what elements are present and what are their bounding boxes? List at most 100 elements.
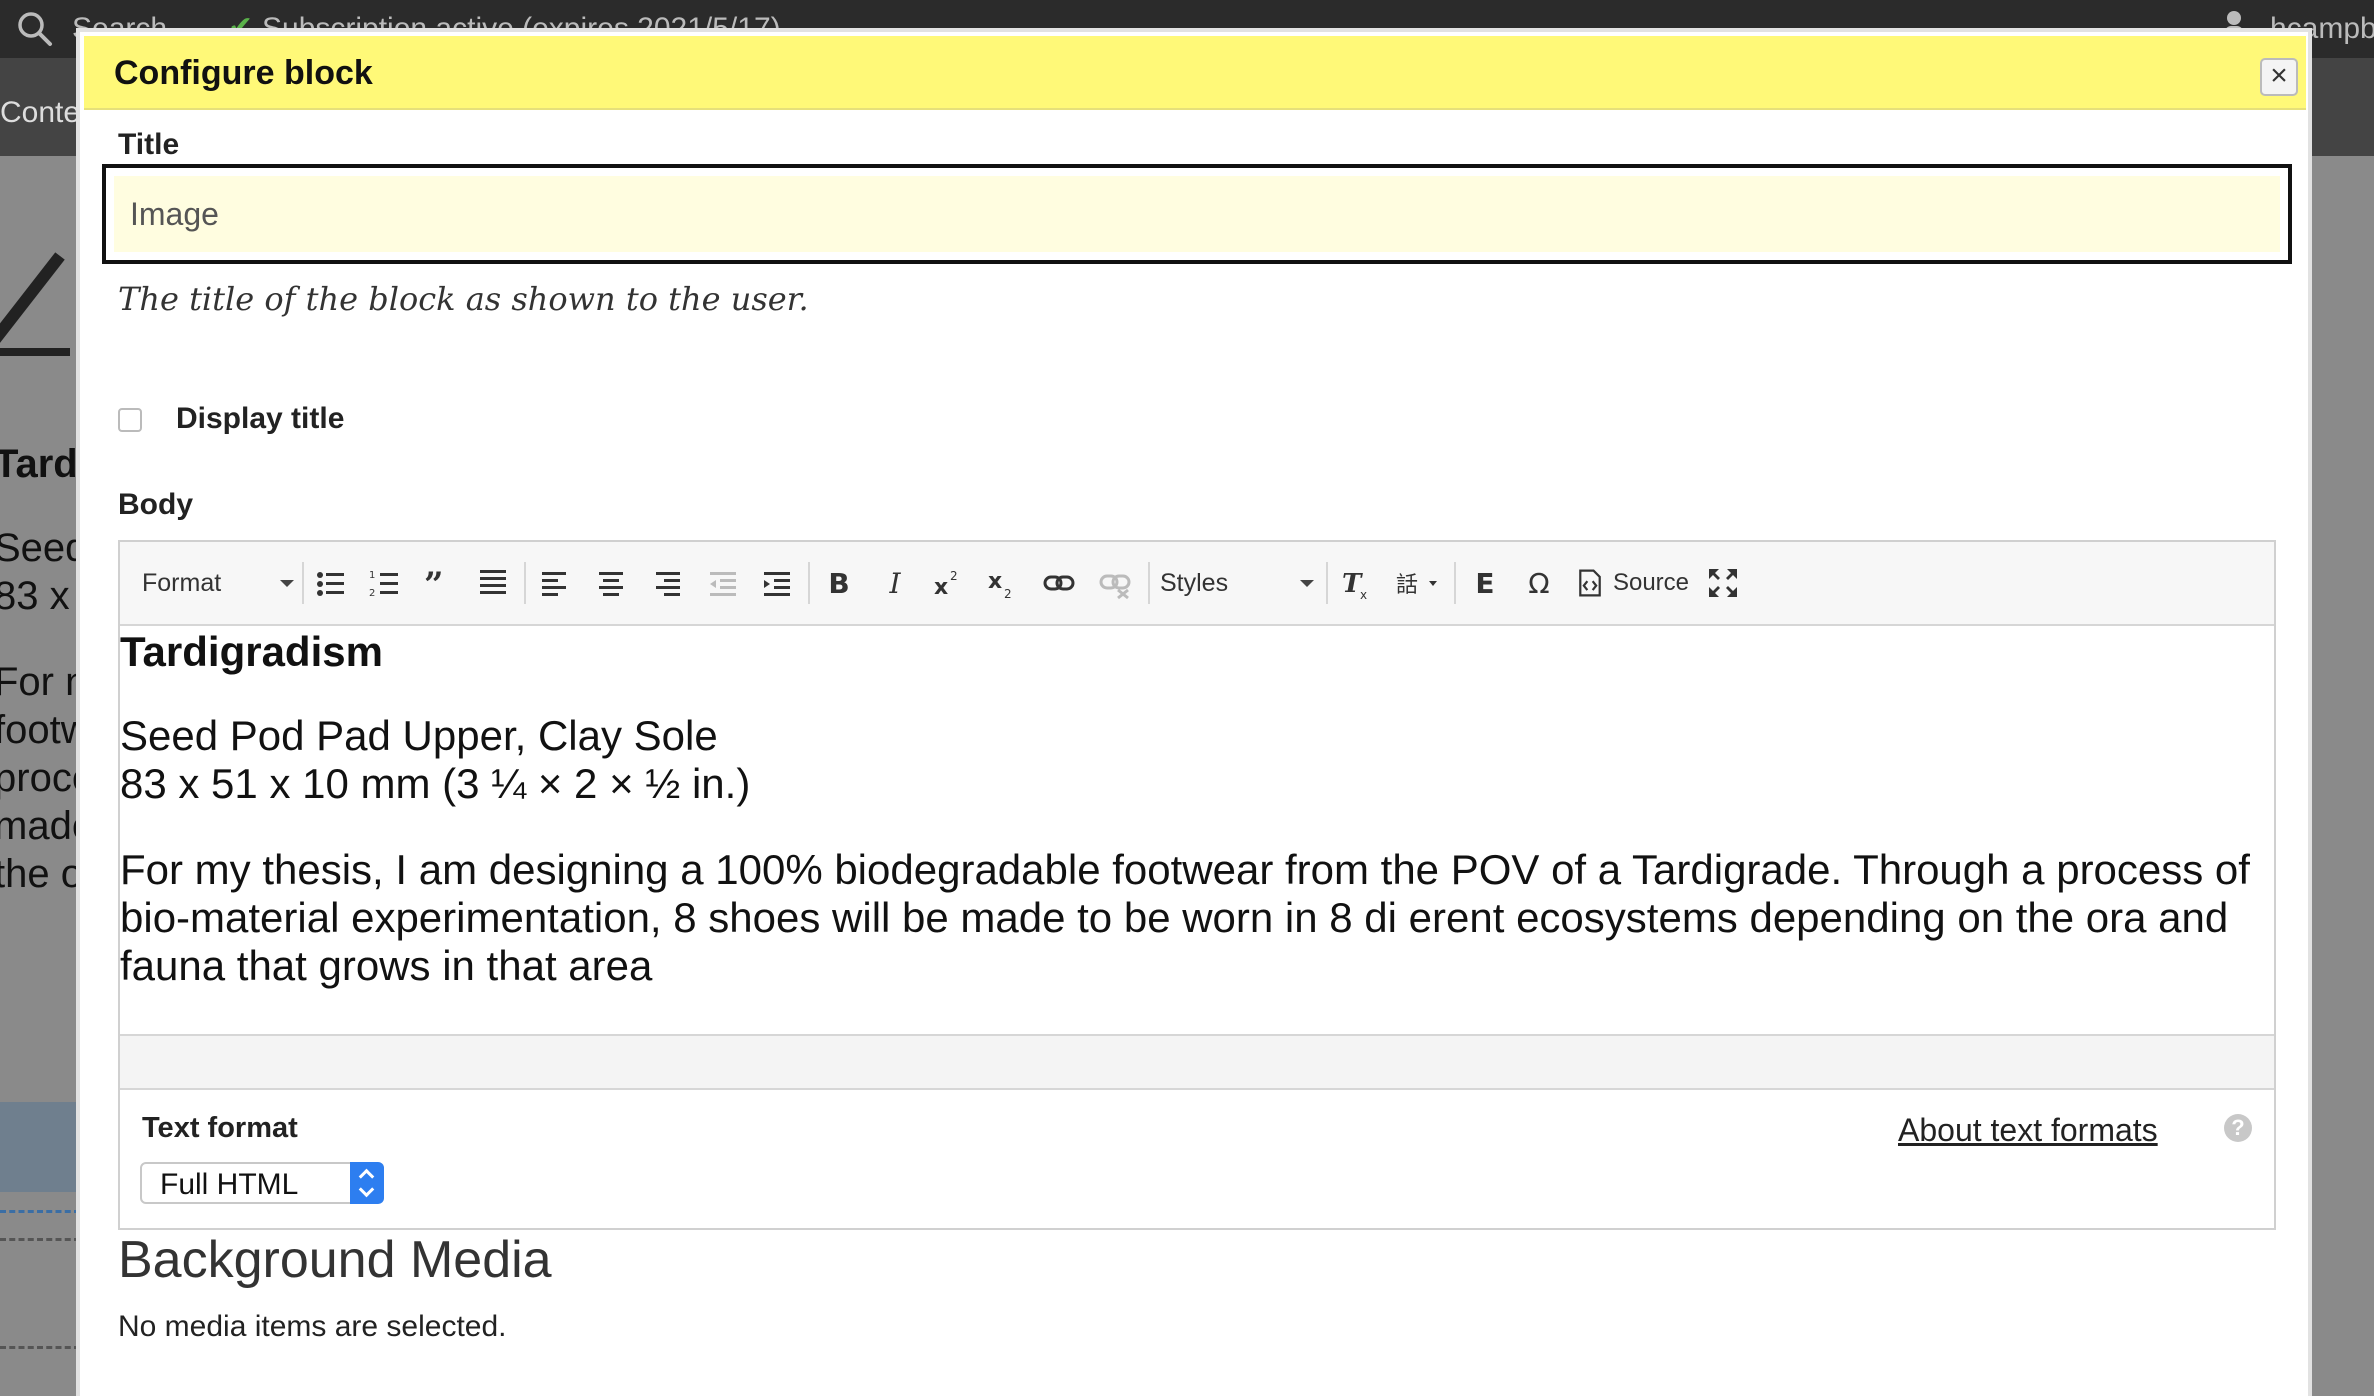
italic-icon: I <box>889 566 901 600</box>
svg-text:”: ” <box>424 566 444 600</box>
align-left-button[interactable] <box>534 558 576 608</box>
background-text-line: 83 x <box>0 574 70 618</box>
blockquote-icon: ” <box>424 566 444 600</box>
search-icon[interactable] <box>16 10 54 48</box>
align-center-button[interactable] <box>590 558 632 608</box>
svg-text:話: 話 <box>1396 573 1418 598</box>
editor-toolbar: Format 12 ” B I x 2 x 2 Styles T x 話 E Ω… <box>120 542 2274 626</box>
source-button[interactable]: Source <box>1570 558 1694 608</box>
align-left-icon <box>542 572 566 596</box>
superscript-button[interactable]: x2 <box>928 558 970 608</box>
background-media-empty-text: No media items are selected. <box>118 1310 507 1343</box>
align-right-icon <box>656 572 680 596</box>
blockquote-button[interactable]: ” <box>418 558 460 608</box>
background-text-line: For n <box>0 660 88 704</box>
source-icon <box>1579 569 1601 597</box>
superscript-icon: x2 <box>934 569 958 600</box>
maximize-icon <box>1709 569 1737 597</box>
content-paragraph: For my thesis, I am designing a 100% bio… <box>120 846 2250 989</box>
link-icon <box>1043 575 1075 591</box>
toolbar-separator <box>524 562 526 604</box>
content-dimensions: 83 x 51 x 10 mm (3 ¼ × 2 × ½ in.) <box>120 760 751 807</box>
dialog-title: Configure block <box>114 54 373 92</box>
svg-text:2: 2 <box>369 588 375 599</box>
content-heading: Tardigradism <box>120 628 383 675</box>
remove-format-button[interactable]: Tx <box>1336 558 1378 608</box>
title-field-label: Title <box>118 128 180 161</box>
toolbar-separator <box>1326 562 1328 604</box>
indent-icon <box>764 572 790 596</box>
styles-dropdown-label: Styles <box>1160 568 1229 597</box>
italic-button[interactable]: I <box>874 558 916 608</box>
unlink-button[interactable] <box>1094 558 1136 608</box>
format-dropdown[interactable]: Format <box>142 558 294 608</box>
editor-status-bar <box>120 1034 2274 1090</box>
outdent-button[interactable] <box>702 558 744 608</box>
format-dropdown-label: Format <box>142 568 222 597</box>
content-subtitle: Seed Pod Pad Upper, Clay Sole <box>120 712 718 759</box>
link-button[interactable] <box>1038 558 1080 608</box>
align-right-button[interactable] <box>646 558 688 608</box>
justify-button[interactable] <box>472 558 514 608</box>
indent-button[interactable] <box>756 558 798 608</box>
display-title-checkbox[interactable] <box>118 408 142 432</box>
about-text-formats-link[interactable]: About text formats <box>1898 1112 2158 1149</box>
title-input[interactable] <box>114 176 2280 252</box>
toolbar-separator <box>1454 562 1456 604</box>
close-button[interactable]: × <box>2260 58 2298 96</box>
language-button[interactable]: 話 <box>1390 558 1446 608</box>
svg-text:x: x <box>934 575 948 600</box>
chevron-down-icon <box>1300 580 1314 587</box>
language-icon: 話 <box>1396 573 1437 598</box>
svg-text:2: 2 <box>950 569 958 583</box>
unlink-icon <box>1099 574 1131 600</box>
rich-text-editor: Format 12 ” B I x 2 x 2 Styles T x 話 E Ω… <box>118 540 2276 1230</box>
logo-fragment-icon <box>0 252 70 356</box>
bulleted-list-icon <box>317 572 344 596</box>
maximize-button[interactable] <box>1702 558 1744 608</box>
e-button[interactable]: E <box>1464 558 1506 608</box>
svg-text:x: x <box>1360 588 1367 600</box>
subscript-button[interactable]: x2 <box>982 558 1024 608</box>
background-divider <box>0 1210 80 1213</box>
source-button-label: Source <box>1612 569 1690 596</box>
help-icon[interactable]: ? <box>2224 1114 2252 1142</box>
configure-block-dialog: Configure block × Title The title of the… <box>76 28 2312 1396</box>
toolbar-separator <box>1148 562 1150 604</box>
background-divider <box>0 1238 80 1241</box>
bulleted-list-button[interactable] <box>310 558 352 608</box>
bold-icon: B <box>828 566 850 600</box>
chevron-down-icon <box>280 580 294 587</box>
toolbar-separator <box>302 562 304 604</box>
text-format-selected: Full HTML <box>160 1168 299 1201</box>
styles-dropdown[interactable]: Styles <box>1160 558 1314 608</box>
special-char-button[interactable]: Ω <box>1518 558 1560 608</box>
select-arrows-icon <box>350 1162 384 1204</box>
justify-icon <box>480 570 506 594</box>
special-char-icon: Ω <box>1528 566 1550 600</box>
title-input-frame <box>102 164 2292 264</box>
svg-text:x: x <box>988 569 1002 594</box>
align-center-icon <box>599 572 623 596</box>
display-title-label[interactable]: Display title <box>176 402 344 436</box>
numbered-list-icon: 12 <box>369 570 398 599</box>
background-media-heading: Background Media <box>118 1231 552 1289</box>
svg-text:2: 2 <box>1004 587 1012 600</box>
background-divider <box>0 1346 80 1349</box>
editor-content-area[interactable]: Tardigradism Seed Pod Pad Upper, Clay So… <box>120 628 2274 1030</box>
toolbar-separator <box>808 562 810 604</box>
subscript-icon: x2 <box>988 569 1012 600</box>
numbered-list-button[interactable]: 12 <box>364 558 406 608</box>
outdent-icon <box>710 572 736 596</box>
e-icon: E <box>1475 566 1495 600</box>
remove-format-icon: Tx <box>1342 569 1367 600</box>
bold-button[interactable]: B <box>818 558 860 608</box>
background-text-line: Seed <box>0 526 88 570</box>
background-text-line: the o <box>0 852 83 896</box>
text-format-label: Text format <box>142 1112 298 1144</box>
dialog-titlebar: Configure block × <box>84 36 2306 110</box>
svg-text:1: 1 <box>369 570 375 581</box>
text-format-select[interactable]: Full HTML <box>140 1162 384 1204</box>
title-field-description: The title of the block as shown to the u… <box>118 280 809 318</box>
body-field-label: Body <box>118 488 193 521</box>
